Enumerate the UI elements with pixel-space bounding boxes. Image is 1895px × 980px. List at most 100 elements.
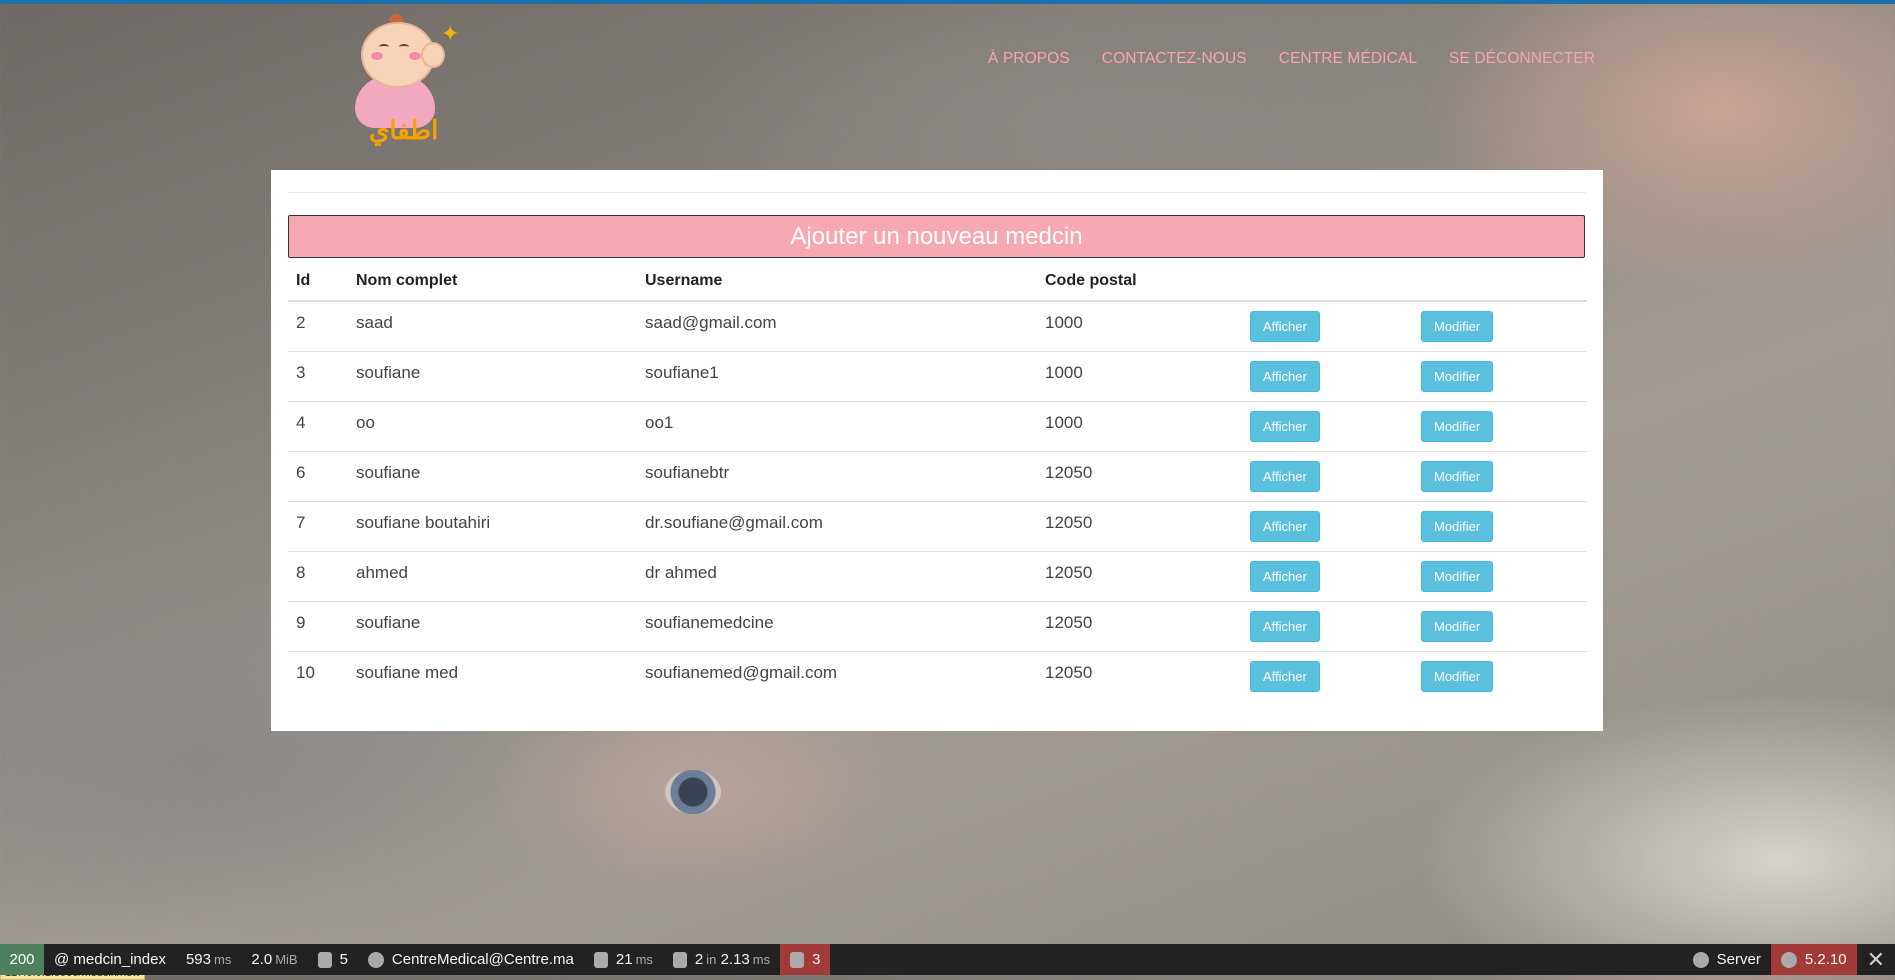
modifier-button[interactable]: Modifier	[1421, 610, 1494, 642]
server-label: Server	[1716, 951, 1761, 968]
logs-panel[interactable]: 5	[308, 944, 358, 975]
logo-eye	[379, 44, 389, 50]
cell-postal: 12050	[1037, 501, 1242, 552]
top-accent-line	[0, 0, 1895, 4]
db-queries: 2	[694, 951, 704, 968]
site-logo[interactable]: ✦ اطفاي	[345, 8, 459, 148]
table-row: 4 oo oo1 1000 Afficher Modifier	[288, 401, 1587, 452]
cell-id: 4	[288, 401, 348, 452]
cell-action: Modifier	[1413, 301, 1587, 352]
cell-postal: 12050	[1037, 551, 1242, 602]
cell-id: 7	[288, 501, 348, 552]
cell-action: Modifier	[1413, 501, 1587, 552]
afficher-button[interactable]: Afficher	[1250, 560, 1320, 592]
nav-se-deconnecter[interactable]: SE DÉCONNECTER	[1449, 50, 1595, 68]
modifier-button[interactable]: Modifier	[1421, 660, 1494, 692]
cell-action: Afficher	[1242, 401, 1413, 452]
cell-postal: 1000	[1037, 301, 1242, 352]
modifier-button[interactable]: Modifier	[1421, 510, 1494, 542]
cell-name: ahmed	[348, 551, 637, 602]
cell-postal: 1000	[1037, 351, 1242, 402]
table-header-row: Id Nom complet Username Code postal	[288, 262, 1587, 302]
nav-centre-medical[interactable]: CENTRE MÉDICAL	[1279, 50, 1417, 68]
afficher-button[interactable]: Afficher	[1250, 460, 1320, 492]
server-panel[interactable]: Server	[1683, 944, 1771, 975]
memory-unit: MiB	[275, 952, 298, 967]
col-action-show	[1242, 262, 1413, 302]
cell-postal: 12050	[1045, 662, 1093, 682]
cell-name: saad	[348, 301, 637, 352]
cell-id: 10	[296, 662, 315, 682]
cell-action: Modifier	[1413, 401, 1587, 452]
content-panel: Ajouter un nouveau medcin Id Nom complet…	[271, 170, 1603, 731]
close-toolbar-icon[interactable]: ✕	[1857, 947, 1895, 973]
cell-name: oo	[348, 401, 637, 452]
cell-name: soufiane	[348, 351, 637, 402]
cell-username: soufianebtr	[637, 451, 1037, 502]
logo-cheek	[409, 52, 421, 60]
modifier-button[interactable]: Modifier	[1421, 311, 1494, 342]
symfony-version[interactable]: 5.2.10	[1770, 944, 1857, 975]
afficher-button[interactable]: Afficher	[1250, 410, 1320, 442]
col-nom-complet: Nom complet	[348, 262, 637, 302]
cell-id: 8	[288, 551, 348, 602]
afficher-button[interactable]: Afficher	[1250, 360, 1320, 392]
security-panel[interactable]: CentreMedical@Centre.ma	[358, 944, 584, 975]
user-icon	[367, 951, 384, 968]
cell-id: 2	[288, 301, 348, 352]
cell-action: Afficher	[1242, 501, 1413, 552]
modifier-button[interactable]: Modifier	[1421, 360, 1494, 392]
cell-postal: 1000	[1037, 401, 1242, 452]
afficher-button[interactable]: Afficher	[1250, 311, 1320, 342]
cell-name: soufiane	[348, 601, 637, 652]
cell-action: Modifier	[1413, 351, 1587, 402]
cell-id: 9	[288, 601, 348, 652]
table-row: 6 soufiane soufianebtr 12050 Afficher Modifie…	[288, 451, 1587, 502]
afficher-button[interactable]: Afficher	[1250, 510, 1320, 542]
log-count: 5	[339, 951, 348, 968]
memory-usage[interactable]: 2.0 MiB	[241, 944, 307, 975]
modifier-button[interactable]: Modifier	[1421, 460, 1494, 492]
modifier-button[interactable]: Modifier	[1421, 410, 1494, 442]
col-action-edit	[1413, 262, 1587, 302]
cell-action: Afficher	[1242, 601, 1413, 652]
logo-cheek	[371, 52, 383, 60]
divider	[288, 192, 1586, 193]
cell-id: 6	[288, 451, 348, 502]
request-time[interactable]: 593 ms	[176, 944, 241, 975]
hourglass-icon	[593, 951, 608, 968]
version-value: 5.2.10	[1804, 951, 1847, 968]
cell-username: dr ahmed	[637, 551, 1037, 602]
cell-name: soufiane	[348, 451, 637, 502]
request-time-unit: ms	[213, 952, 232, 967]
twig-icon	[790, 951, 805, 968]
cell-id: 3	[288, 351, 348, 402]
route-name[interactable]: @ medcin_index	[44, 944, 176, 975]
modifier-button[interactable]: Modifier	[1421, 560, 1494, 592]
table-row: 10 soufiane med soufianemed@gmail.com 12050…	[288, 651, 1587, 701]
logo-eye	[399, 44, 409, 50]
medcin-table: Id Nom complet Username Code postal 2 saa…	[288, 262, 1587, 701]
nav-contactez-nous[interactable]: CONTACTEZ-NOUS	[1102, 50, 1247, 68]
database-panel[interactable]: 2 in 2.13 ms	[663, 944, 780, 975]
cell-action: Afficher	[1242, 551, 1413, 602]
cell-postal: 12050	[1037, 451, 1242, 502]
cell-action: Afficher	[1242, 351, 1413, 402]
nav-a-propos[interactable]: À PROPOS	[988, 50, 1070, 68]
add-medcin-button[interactable]: Ajouter un nouveau medcin	[288, 215, 1585, 258]
cell-action: Afficher	[1242, 651, 1413, 701]
col-username: Username	[637, 262, 1037, 302]
twig-errors-panel[interactable]: 3	[780, 944, 831, 975]
table-row: 2 saad saad@gmail.com 1000 Afficher Modifier	[288, 301, 1587, 352]
performance-panel[interactable]: 21 ms	[584, 944, 663, 975]
table-row: 9 soufiane soufianemedcine 12050 Afficher Mod…	[288, 601, 1587, 652]
afficher-button[interactable]: Afficher	[1250, 660, 1320, 692]
status-code-badge[interactable]: 200	[0, 944, 44, 975]
cell-username: soufiane1	[637, 351, 1037, 402]
afficher-button[interactable]: Afficher	[1250, 610, 1320, 642]
table-body: 2 saad saad@gmail.com 1000 Afficher Modifier 3…	[288, 301, 1587, 701]
cell-action: Afficher	[1242, 301, 1413, 352]
cell-action: Afficher	[1242, 451, 1413, 502]
table-row: 8 ahmed dr ahmed 12050 Afficher Modifier	[288, 551, 1587, 602]
table-row: 3 soufiane soufiane1 1000 Afficher Modifier	[288, 351, 1587, 402]
